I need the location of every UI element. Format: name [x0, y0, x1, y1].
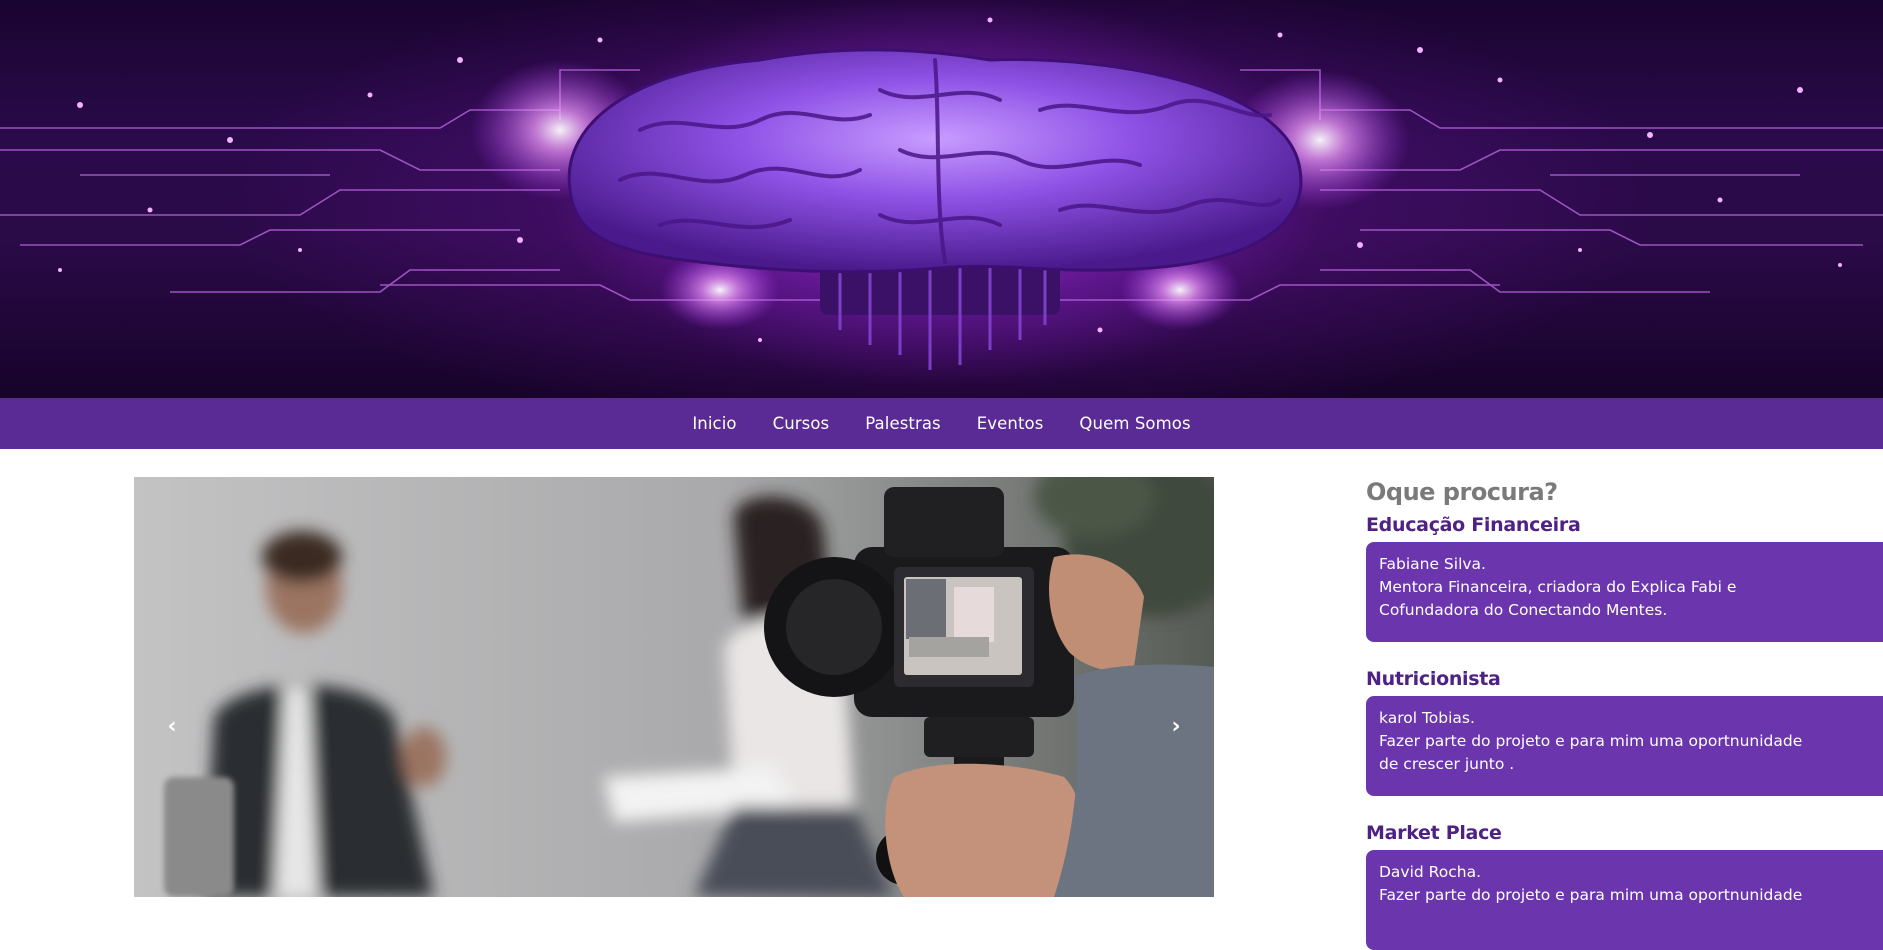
card-name: David Rocha.	[1379, 863, 1482, 881]
profile-card-fabiane: Fabiane Silva. Mentora Financeira, criad…	[1366, 542, 1883, 642]
card-text: Cofundadora do Conectando Mentes.	[1379, 601, 1668, 619]
image-carousel	[134, 477, 1214, 897]
card-name: Fabiane Silva.	[1379, 555, 1486, 573]
card-name: karol Tobias.	[1379, 709, 1475, 727]
hero-banner	[0, 0, 1883, 398]
nav-item-palestras[interactable]: Palestras	[865, 414, 941, 433]
main-nav: Inicio Cursos Palestras Eventos Quem Som…	[0, 398, 1883, 449]
section-title-educacao-financeira[interactable]: Educação Financeira	[1366, 514, 1581, 536]
carousel-slide-image	[134, 477, 1214, 897]
chevron-left-icon[interactable]: ‹	[157, 712, 187, 742]
sidebar-heading: Oque procura?	[1366, 478, 1558, 506]
card-text: de crescer junto .	[1379, 755, 1515, 773]
chevron-right-icon[interactable]: ›	[1161, 712, 1191, 742]
profile-card-david: David Rocha. Fazer parte do projeto e pa…	[1366, 850, 1883, 950]
card-text: Mentora Financeira, criadora do Explica …	[1379, 578, 1737, 596]
section-title-market-place[interactable]: Market Place	[1366, 822, 1502, 844]
section-title-nutricionista[interactable]: Nutricionista	[1366, 668, 1501, 690]
nav-item-quem-somos[interactable]: Quem Somos	[1079, 414, 1190, 433]
card-text: Fazer parte do projeto e para mim uma op…	[1379, 732, 1803, 750]
card-text: Fazer parte do projeto e para mim uma op…	[1379, 886, 1803, 904]
nav-item-inicio[interactable]: Inicio	[692, 414, 736, 433]
profile-card-karol: karol Tobias. Fazer parte do projeto e p…	[1366, 696, 1883, 796]
brain-circuit-image	[0, 17, 1883, 370]
nav-item-eventos[interactable]: Eventos	[977, 414, 1044, 433]
nav-item-cursos[interactable]: Cursos	[773, 414, 830, 433]
